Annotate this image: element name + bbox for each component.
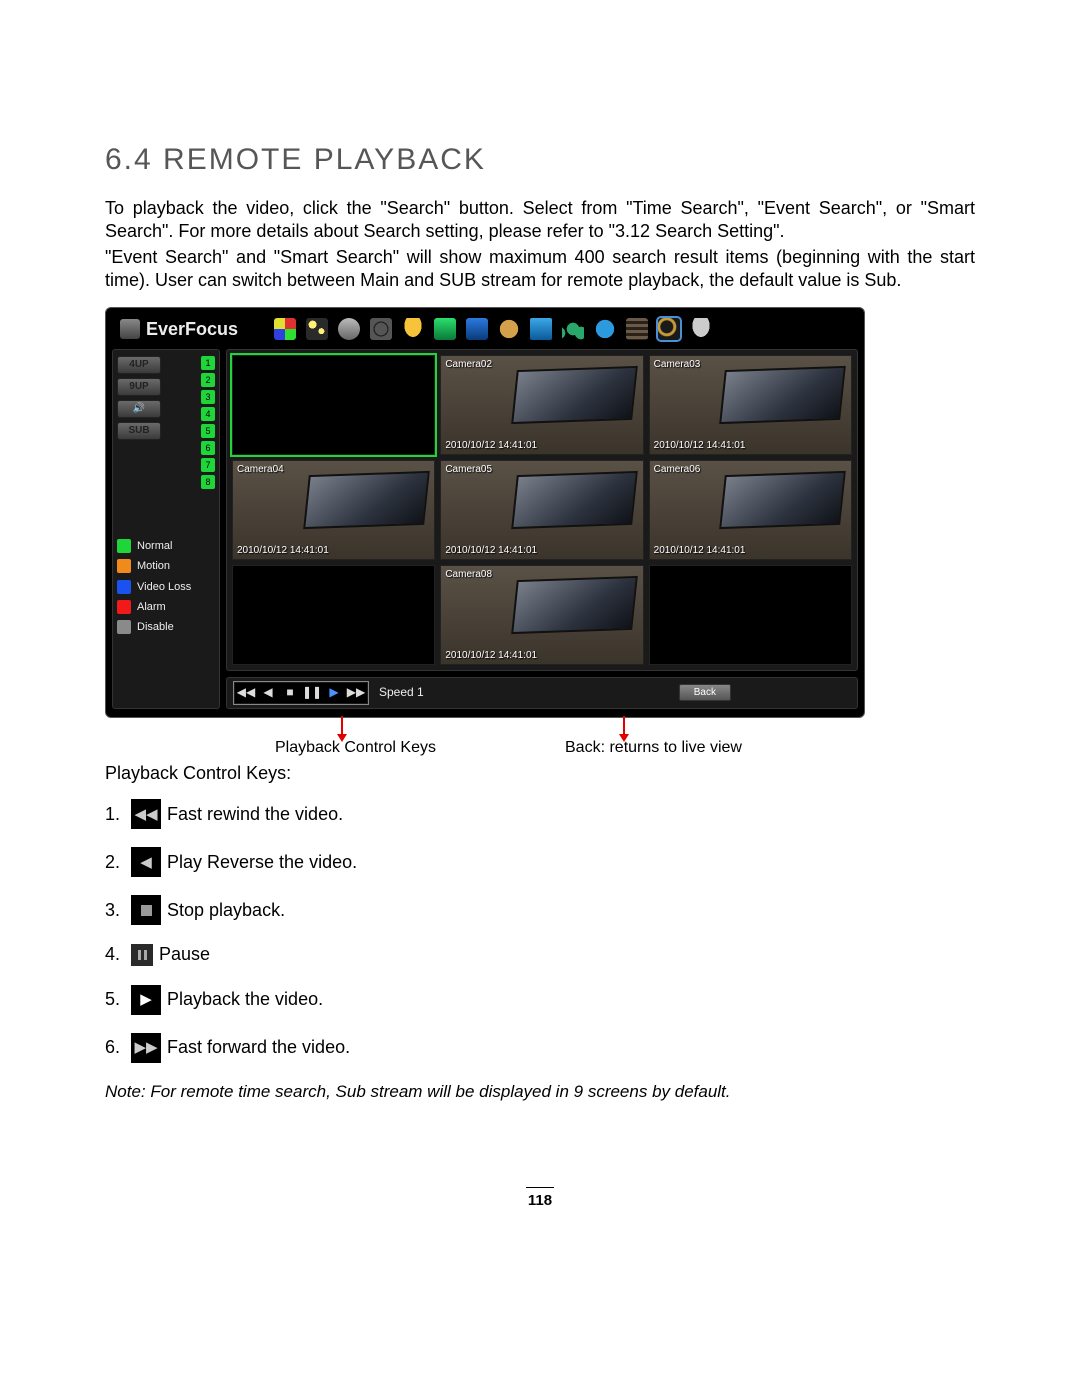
stream-sub-button[interactable]: SUB	[117, 422, 161, 440]
info-icon[interactable]	[594, 318, 616, 340]
callout-back: Back: returns to live view	[565, 738, 742, 759]
globe-icon[interactable]	[498, 318, 520, 340]
camera-icon[interactable]	[338, 318, 360, 340]
status-legend: Normal Motion Video Loss Alarm Disable	[117, 539, 215, 634]
film-icon[interactable]	[626, 318, 648, 340]
app-body: 4UP 9UP 🔊 SUB 1 2 3 4 5 6 7 8 Normal	[112, 349, 858, 709]
key-list: 1. ◀◀ Fast rewind the video. 2. ◀ Play R…	[105, 799, 975, 1062]
camera-num-5[interactable]: 5	[201, 424, 215, 438]
legend-motion: Motion	[117, 559, 215, 573]
brand: EverFocus	[120, 318, 238, 341]
display-icon[interactable]	[530, 318, 552, 340]
camera-num-4[interactable]: 4	[201, 407, 215, 421]
wand-icon[interactable]	[306, 318, 328, 340]
note: Note: For remote time search, Sub stream…	[105, 1081, 975, 1103]
key-row-5: 5. ▶ Playback the video.	[105, 985, 975, 1015]
key-desc-6: Fast forward the video.	[167, 1036, 350, 1059]
play-button[interactable]: ▶	[323, 683, 345, 703]
camera-cell-4[interactable]: Camera042010/10/12 14:41:01	[232, 460, 435, 560]
fast-rewind-icon: ◀◀	[131, 799, 161, 829]
camera-number-list: 1 2 3 4 5 6 7 8	[201, 356, 215, 489]
view-buttons: 4UP 9UP 🔊 SUB	[117, 356, 161, 477]
section-para-1: To playback the video, click the "Search…	[105, 197, 975, 244]
camera-cell-2[interactable]: Camera022010/10/12 14:41:01	[440, 355, 643, 455]
camera-cell-1[interactable]	[232, 355, 435, 455]
sidebar: 4UP 9UP 🔊 SUB 1 2 3 4 5 6 7 8 Normal	[112, 349, 220, 709]
key-row-1: 1. ◀◀ Fast rewind the video.	[105, 799, 975, 829]
section-heading: 6.4 REMOTE PLAYBACK	[105, 140, 975, 179]
sound-button[interactable]: 🔊	[117, 400, 161, 418]
camera-cell-3[interactable]: Camera032010/10/12 14:41:01	[649, 355, 852, 455]
quad-view-icon[interactable]	[274, 318, 296, 340]
key-row-4: 4. Pause	[105, 943, 975, 966]
toolbar	[274, 318, 712, 340]
camera-num-6[interactable]: 6	[201, 441, 215, 455]
key-row-2: 2. ◀ Play Reverse the video.	[105, 847, 975, 877]
pause-icon	[131, 944, 153, 966]
settings-icon[interactable]	[562, 318, 584, 340]
back-button[interactable]: Back	[679, 684, 731, 701]
legend-videoloss: Video Loss	[117, 580, 215, 594]
playback-bar: ◀◀ ◀ ■ ❚❚ ▶ ▶▶ Speed 1 Back	[226, 677, 858, 709]
camera-grid: Camera022010/10/12 14:41:01 Camera032010…	[226, 349, 858, 671]
view-9up-button[interactable]: 9UP	[117, 378, 161, 396]
camera-num-1[interactable]: 1	[201, 356, 215, 370]
key-desc-5: Playback the video.	[167, 988, 323, 1011]
camera-num-2[interactable]: 2	[201, 373, 215, 387]
fast-forward-icon: ▶▶	[131, 1033, 161, 1063]
brand-logo-icon	[120, 319, 140, 339]
fast-forward-button[interactable]: ▶▶	[345, 683, 367, 703]
legend-disable: Disable	[117, 620, 215, 634]
key-desc-4: Pause	[159, 943, 210, 966]
legend-normal: Normal	[117, 539, 215, 553]
playback-control-group: ◀◀ ◀ ■ ❚❚ ▶ ▶▶	[233, 681, 369, 705]
brand-text: EverFocus	[146, 318, 238, 341]
play-icon: ▶	[131, 985, 161, 1015]
section-para-2: "Event Search" and "Smart Search" will s…	[105, 246, 975, 293]
camera-cell-7[interactable]	[232, 565, 435, 665]
camera-cell-5[interactable]: Camera052010/10/12 14:41:01	[440, 460, 643, 560]
key-desc-2: Play Reverse the video.	[167, 851, 357, 874]
camera-num-8[interactable]: 8	[201, 475, 215, 489]
camera-num-3[interactable]: 3	[201, 390, 215, 404]
record-icon[interactable]	[370, 318, 392, 340]
speed-label: Speed 1	[379, 685, 424, 701]
app-header: EverFocus	[112, 314, 858, 349]
page-number: 118	[528, 1192, 552, 1209]
main-panel: Camera022010/10/12 14:41:01 Camera032010…	[226, 349, 858, 709]
camera-cell-6[interactable]: Camera062010/10/12 14:41:01	[649, 460, 852, 560]
schedule-icon[interactable]	[434, 318, 456, 340]
page-footer: 118	[105, 1187, 975, 1211]
search-icon[interactable]	[658, 318, 680, 340]
app-screenshot: EverFocus 4UP 9UP 🔊	[105, 307, 865, 718]
keys-intro: Playback Control Keys:	[105, 762, 975, 785]
stop-button[interactable]: ■	[279, 683, 301, 703]
arrow-back	[623, 716, 625, 736]
camera-cell-9[interactable]	[649, 565, 852, 665]
fast-rewind-button[interactable]: ◀◀	[235, 683, 257, 703]
play-reverse-button[interactable]: ◀	[257, 683, 279, 703]
dome-camera-icon[interactable]	[690, 318, 712, 340]
stop-icon	[131, 895, 161, 925]
arrow-playback-keys	[341, 716, 343, 736]
view-4up-button[interactable]: 4UP	[117, 356, 161, 374]
key-row-6: 6. ▶▶ Fast forward the video.	[105, 1033, 975, 1063]
camera-cell-8[interactable]: Camera082010/10/12 14:41:01	[440, 565, 643, 665]
pause-button[interactable]: ❚❚	[301, 683, 323, 703]
key-desc-1: Fast rewind the video.	[167, 803, 343, 826]
play-reverse-icon: ◀	[131, 847, 161, 877]
key-desc-3: Stop playback.	[167, 899, 285, 922]
callouts: Playback Control Keys Back: returns to l…	[105, 716, 865, 752]
bell-icon[interactable]	[402, 318, 424, 340]
callout-playback-keys: Playback Control Keys	[275, 738, 436, 759]
legend-alarm: Alarm	[117, 600, 215, 614]
network-icon[interactable]	[466, 318, 488, 340]
camera-num-7[interactable]: 7	[201, 458, 215, 472]
key-row-3: 3. Stop playback.	[105, 895, 975, 925]
